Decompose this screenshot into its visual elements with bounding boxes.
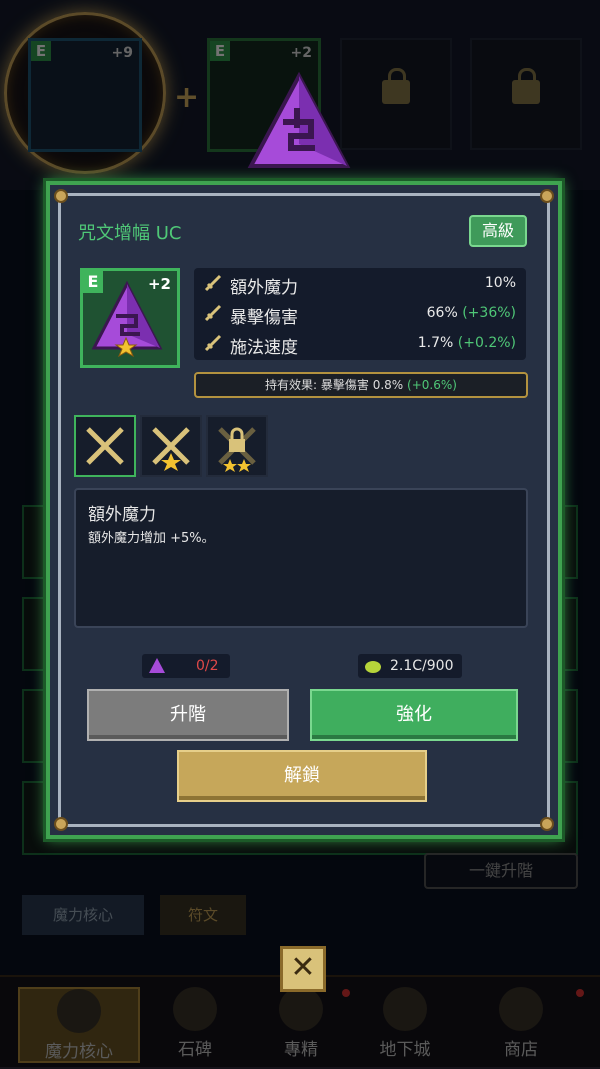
stat-name: 暴擊傷害	[230, 308, 298, 328]
description-title: 額外魔力	[88, 505, 156, 525]
stat-bonus: (+0.2%)	[457, 335, 516, 351]
grade-badge: 高級	[469, 215, 527, 247]
stat-base: 1.7%	[417, 335, 454, 351]
unlock-button[interactable]: 解鎖	[177, 750, 427, 802]
enhance-button[interactable]: 強化	[310, 689, 518, 741]
stat-bonus: (+36%)	[462, 305, 516, 321]
skill-slot-2[interactable]	[140, 415, 202, 477]
slot-level: +9	[111, 45, 133, 61]
stat-base: 66%	[426, 305, 458, 321]
sword-icon	[204, 274, 222, 292]
advance-button[interactable]: 升階	[87, 689, 289, 741]
rune-gem-icon	[91, 280, 163, 358]
stat-name: 施法速度	[230, 338, 298, 358]
rivet-ornament	[540, 817, 554, 831]
held-effect-label: 持有效果: 暴擊傷害 0.8%	[265, 378, 404, 392]
sword-icon	[204, 334, 222, 352]
skill-slot-3-locked[interactable]	[206, 415, 268, 477]
slot-grade: E	[210, 41, 230, 61]
held-effect-bonus: (+0.6%)	[407, 378, 457, 392]
nav-stele[interactable]: 石碑	[136, 987, 254, 1060]
stat-row: 暴擊傷害 66% (+36%)	[194, 298, 526, 328]
stat-name: 額外魔力	[230, 278, 298, 298]
stat-base: 10%	[484, 275, 516, 291]
slot-level: +2	[290, 45, 312, 61]
plus-icon: +	[174, 80, 200, 115]
nav-mastery[interactable]: 專精	[242, 987, 360, 1060]
gold-cost-value: 2.1C/900	[390, 658, 454, 674]
rivet-ornament	[54, 189, 68, 203]
nav-label: 地下城	[379, 1040, 431, 1060]
rune-cost-value: 0/2	[196, 658, 219, 674]
nav-shop[interactable]: 商店	[462, 987, 580, 1060]
nav-label: 魔力核心	[45, 1042, 113, 1062]
nav-magic-core[interactable]: 魔力核心	[18, 987, 140, 1063]
gold-cost: 2.1C/900	[358, 654, 462, 678]
lock-icon	[218, 427, 256, 472]
rivet-ornament	[540, 189, 554, 203]
held-effect-bar: 持有效果: 暴擊傷害 0.8% (+0.6%)	[194, 372, 528, 398]
crossed-swords-icon	[86, 427, 124, 465]
lock-icon	[512, 68, 540, 104]
tab-magic-core[interactable]: 魔力核心	[22, 895, 144, 935]
stat-value: 66% (+36%)	[427, 305, 516, 321]
mastery-icon	[279, 987, 323, 1031]
notification-dot	[576, 989, 584, 997]
stele-icon	[173, 987, 217, 1031]
dialog-title: 咒文增幅 UC	[78, 223, 182, 244]
tab-rune[interactable]: 符文	[160, 895, 246, 935]
crossed-swords-icon	[152, 427, 190, 471]
locked-slot[interactable]	[340, 38, 452, 150]
nav-dungeon[interactable]: 地下城	[346, 987, 464, 1060]
stat-value: 1.7% (+0.2%)	[418, 335, 516, 351]
slot-grade: E	[31, 41, 51, 61]
nav-label: 石碑	[178, 1040, 212, 1060]
shop-icon	[499, 987, 543, 1031]
locked-slot[interactable]	[470, 38, 582, 150]
nav-label: 專精	[284, 1040, 318, 1060]
one-key-advance-button[interactable]: 一鍵升階	[424, 853, 578, 889]
ore-icon	[365, 661, 381, 673]
description-body: 額外魔力增加 +5%。	[88, 531, 215, 546]
nav-label: 商店	[504, 1040, 538, 1060]
rivet-ornament	[54, 817, 68, 831]
item-card: E +2	[80, 268, 180, 368]
core-icon	[57, 989, 101, 1033]
equipped-slot-1[interactable]: E +9	[28, 38, 142, 152]
rune-cost: 0/2	[142, 654, 230, 678]
sword-icon	[204, 304, 222, 322]
stat-value: 10%	[485, 275, 516, 291]
skill-slot-1[interactable]	[74, 415, 136, 477]
skill-description-box: 額外魔力 額外魔力增加 +5%。	[74, 488, 528, 628]
dungeon-icon	[383, 987, 427, 1031]
stat-row: 額外魔力 10%	[194, 268, 526, 298]
stat-row: 施法速度 1.7% (+0.2%)	[194, 328, 526, 358]
lock-icon	[382, 68, 410, 104]
stats-panel: 額外魔力 10% 暴擊傷害 66% (+36%) 施法速度 1.7% (+0.2…	[194, 268, 526, 360]
close-button[interactable]: ✕	[280, 946, 326, 992]
rune-gem-icon	[247, 72, 351, 168]
rune-gem-icon	[149, 658, 165, 673]
